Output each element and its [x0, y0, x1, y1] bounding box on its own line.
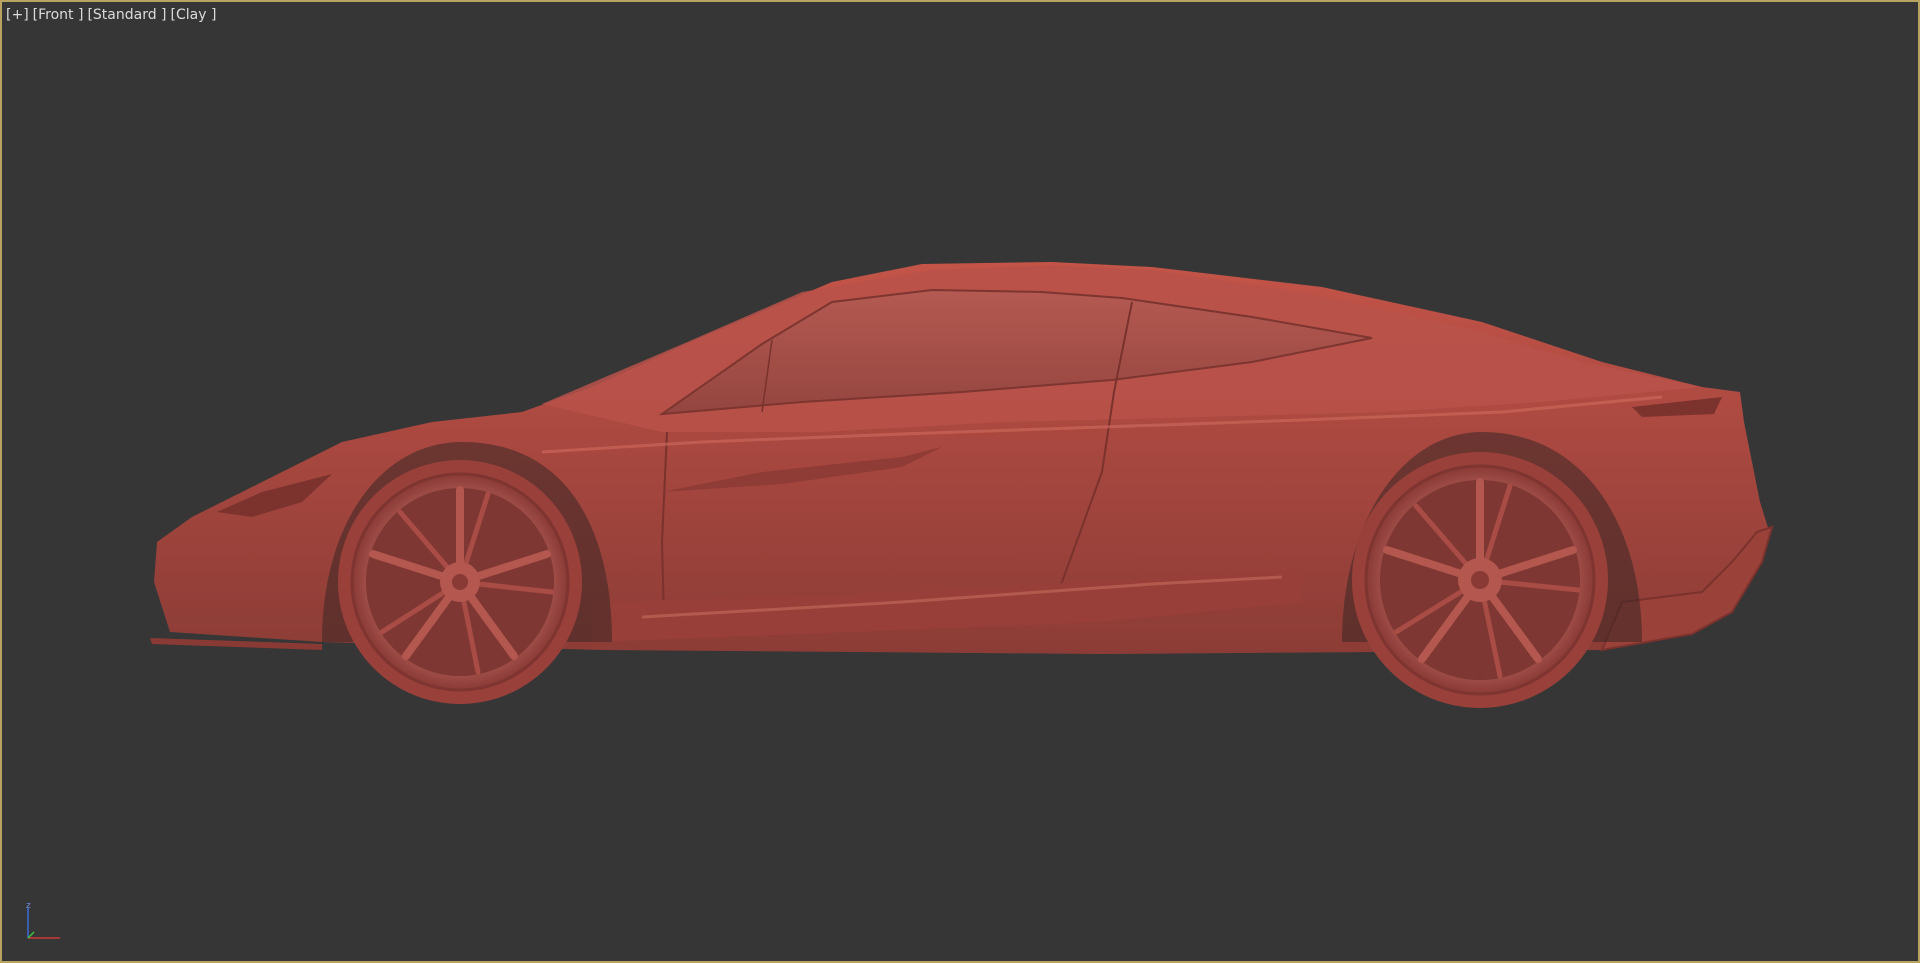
- car-model[interactable]: [2, 2, 1920, 963]
- front-wheel: [338, 460, 582, 704]
- front-viewport[interactable]: [+] [Front ] [Standard ] [Clay ] z: [0, 0, 1920, 963]
- axis-z-label: z: [26, 901, 31, 911]
- rear-wheel: [1352, 452, 1608, 708]
- axis-tripod-icon: z: [26, 901, 60, 939]
